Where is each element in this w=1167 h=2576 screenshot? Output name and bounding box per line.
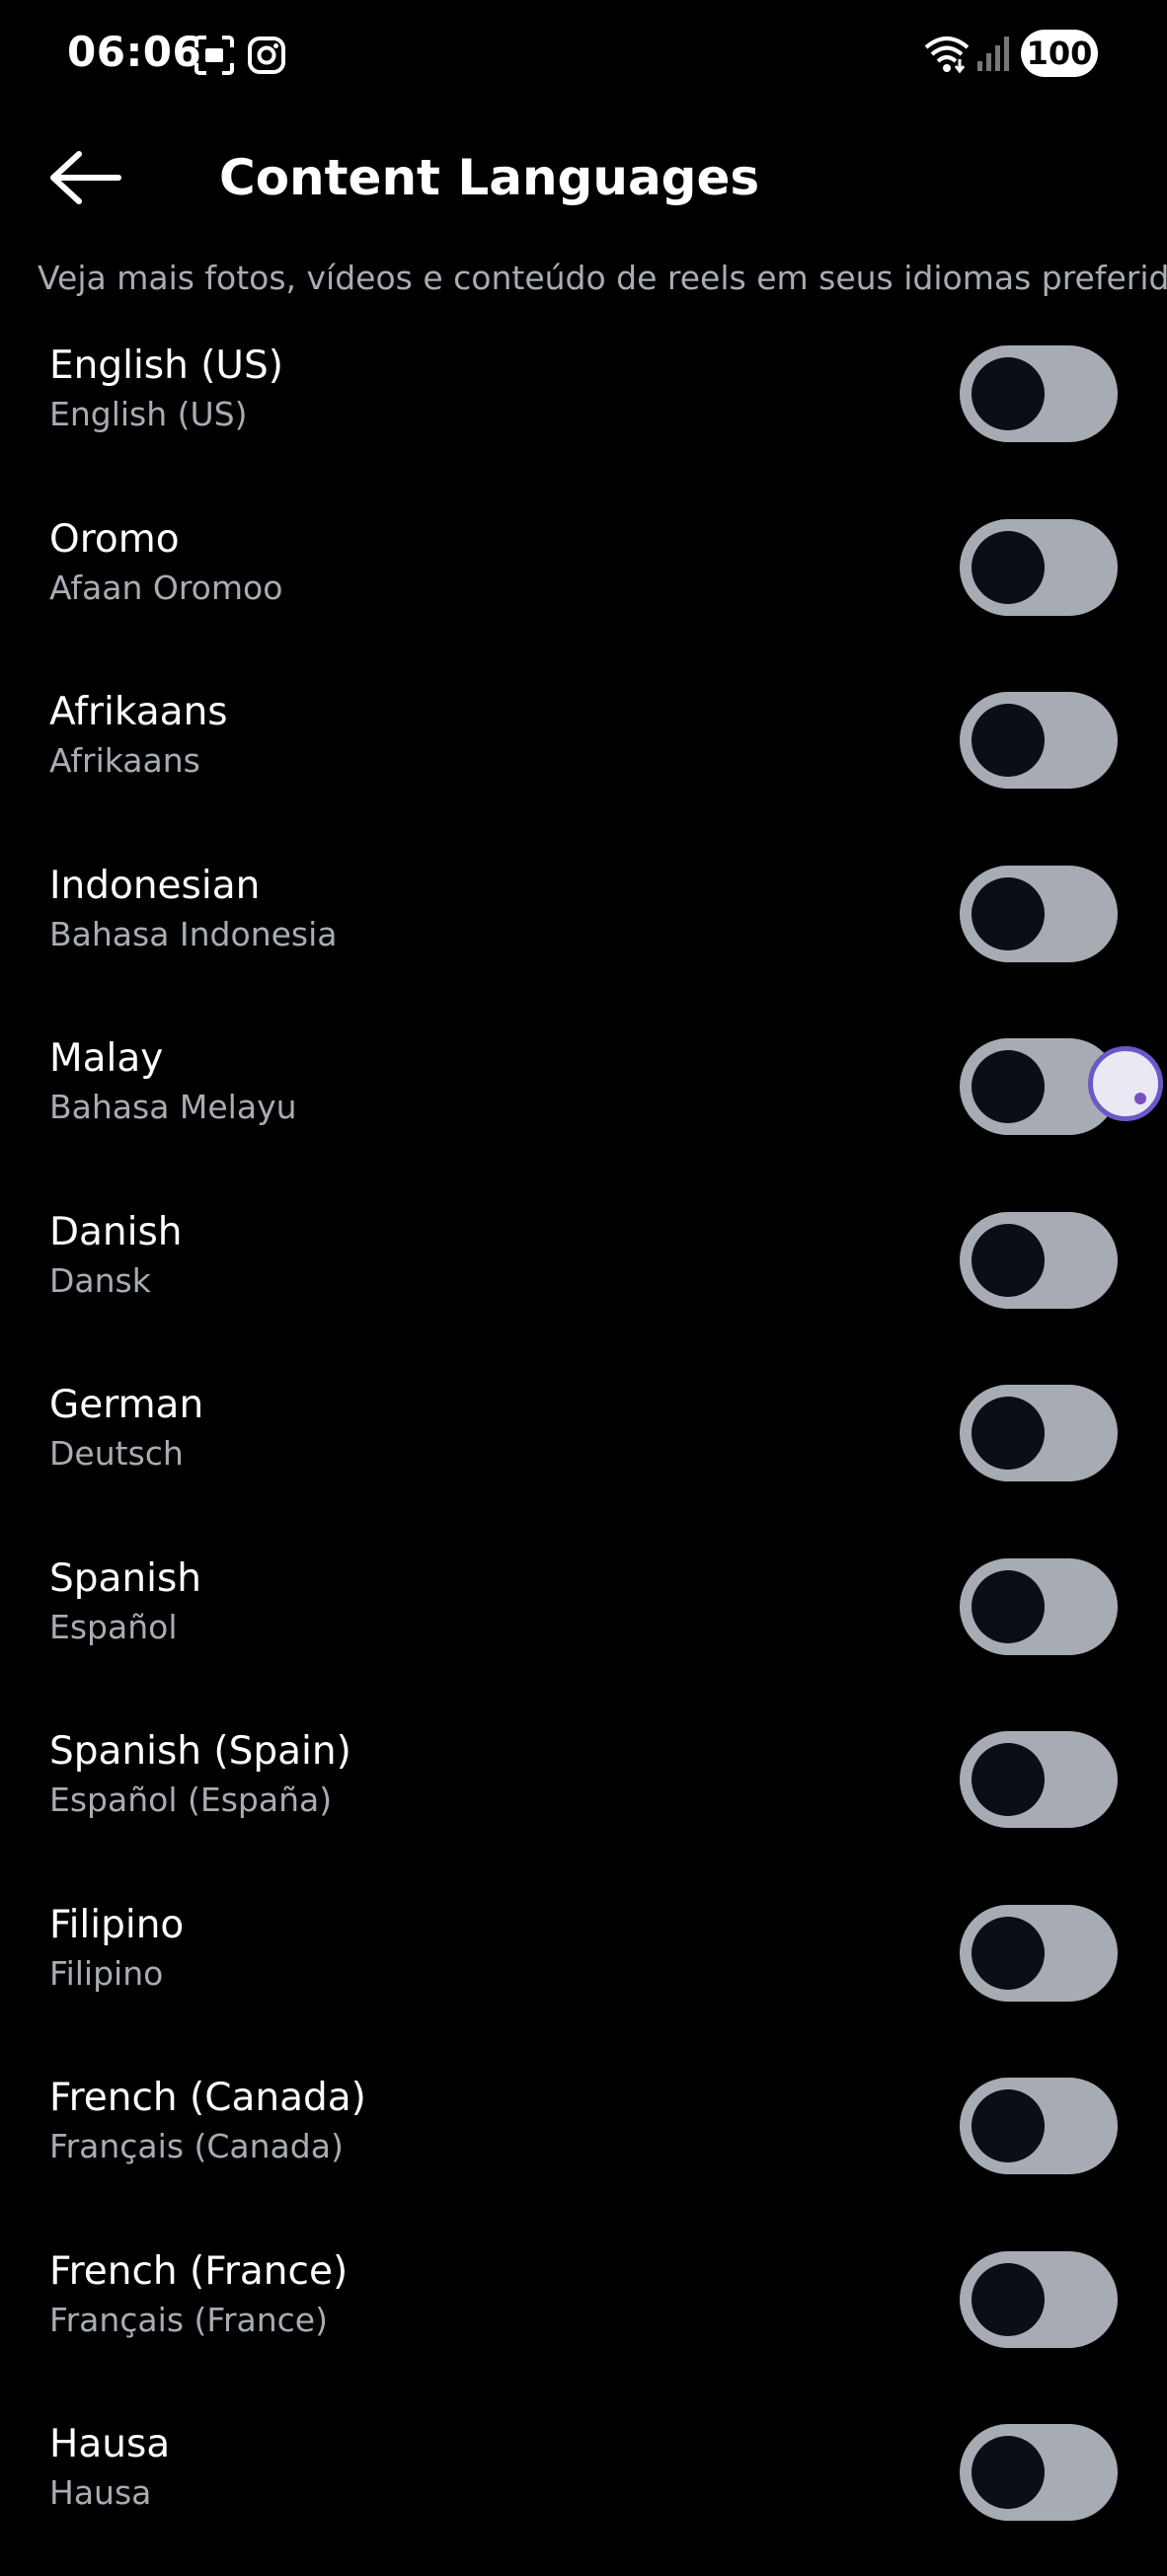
instagram-icon	[247, 36, 286, 79]
language-native-name: Filipino	[49, 1953, 164, 1993]
page-description: Veja mais fotos, vídeos e conteúdo de re…	[38, 259, 1167, 297]
language-row[interactable]: Filipino Filipino	[0, 1883, 1167, 2057]
language-native-name: Hausa	[49, 2473, 152, 2512]
language-name: Filipino	[49, 1902, 185, 1947]
toggle-knob	[972, 357, 1045, 430]
language-native-name: Dansk	[49, 1260, 151, 1300]
toggle-knob	[972, 1397, 1045, 1470]
screenshot-icon	[194, 36, 235, 79]
language-toggle[interactable]	[960, 518, 1118, 616]
toggle-knob	[972, 2262, 1045, 2336]
language-name: Hausa	[49, 2422, 171, 2466]
language-row[interactable]: Indonesian Bahasa Indonesia	[0, 844, 1167, 1018]
language-name: German	[49, 1383, 204, 1427]
battery-icon: 100	[1021, 30, 1098, 77]
language-row[interactable]: Oromo Afaan Oromoo	[0, 497, 1167, 671]
language-toggle[interactable]	[960, 2078, 1118, 2174]
language-name: Spanish	[49, 1555, 202, 1601]
language-toggle[interactable]	[960, 345, 1118, 442]
signal-icon	[975, 34, 1011, 77]
language-native-name: Español (España)	[49, 1780, 333, 1819]
floating-assistant-bubble[interactable]	[1088, 1046, 1163, 1121]
toggle-knob	[972, 2436, 1045, 2509]
language-toggle[interactable]	[960, 865, 1118, 962]
language-name: Spanish (Spain)	[49, 1729, 351, 1774]
toggle-knob	[972, 2089, 1045, 2162]
toggle-knob	[972, 1050, 1045, 1123]
language-name: English (US)	[49, 343, 283, 388]
toggle-knob	[972, 1569, 1045, 1643]
wifi-icon	[922, 34, 972, 79]
language-row[interactable]: Spanish (Spain) Español (España)	[0, 1709, 1167, 1883]
language-toggle[interactable]	[960, 1385, 1118, 1481]
toggle-knob	[972, 704, 1045, 777]
page-title: Content Languages	[219, 149, 760, 206]
language-toggle[interactable]	[960, 2250, 1118, 2348]
toggle-knob	[972, 1223, 1045, 1297]
language-toggle[interactable]	[960, 692, 1118, 789]
language-name: French (Canada)	[49, 2076, 366, 2120]
language-row[interactable]: Spanish Español	[0, 1537, 1167, 1710]
language-row[interactable]: Hausa Hausa	[0, 2402, 1167, 2576]
arrow-left-icon	[50, 151, 121, 204]
toggle-knob	[972, 530, 1045, 604]
language-row[interactable]: French (Canada) Français (Canada)	[0, 2056, 1167, 2230]
toggle-knob	[972, 1743, 1045, 1816]
bubble-dot	[1134, 1093, 1146, 1104]
language-row[interactable]: Afrikaans Afrikaans	[0, 670, 1167, 844]
language-toggle[interactable]	[960, 1211, 1118, 1309]
language-native-name: Afrikaans	[49, 741, 200, 780]
language-row[interactable]: German Deutsch	[0, 1363, 1167, 1537]
language-native-name: Bahasa Indonesia	[49, 914, 338, 953]
language-native-name: Español	[49, 1607, 178, 1646]
language-list: English (US) English (US) Oromo Afaan Oromo…	[0, 324, 1167, 2576]
language-native-name: Bahasa Melayu	[49, 1088, 297, 1126]
language-name: Oromo	[49, 516, 180, 562]
language-row[interactable]: French (France) Français (France)	[0, 2230, 1167, 2403]
language-name: French (France)	[49, 2248, 349, 2294]
language-native-name: Français (France)	[49, 2300, 328, 2339]
language-row[interactable]: Malay Bahasa Melayu	[0, 1017, 1167, 1190]
language-toggle[interactable]	[960, 1904, 1118, 2002]
language-name: Indonesian	[49, 863, 261, 908]
back-button[interactable]	[39, 146, 128, 209]
toggle-knob	[972, 876, 1045, 950]
language-native-name: Afaan Oromoo	[49, 568, 283, 607]
language-name: Afrikaans	[49, 690, 228, 734]
language-toggle[interactable]	[960, 1557, 1118, 1655]
status-time: 06:06	[67, 28, 202, 76]
header: Content Languages	[0, 118, 1167, 237]
language-name: Danish	[49, 1209, 183, 1254]
language-native-name: English (US)	[49, 395, 248, 433]
toggle-knob	[972, 1916, 1045, 1990]
language-row[interactable]: Danish Dansk	[0, 1190, 1167, 1364]
language-native-name: Français (Canada)	[49, 2127, 344, 2165]
status-bar: 06:06 100	[0, 0, 1167, 109]
language-row[interactable]: English (US) English (US)	[0, 324, 1167, 497]
language-name: Malay	[49, 1036, 164, 1081]
language-toggle[interactable]	[960, 1731, 1118, 1828]
language-toggle[interactable]	[960, 2424, 1118, 2521]
language-native-name: Deutsch	[49, 1434, 184, 1473]
